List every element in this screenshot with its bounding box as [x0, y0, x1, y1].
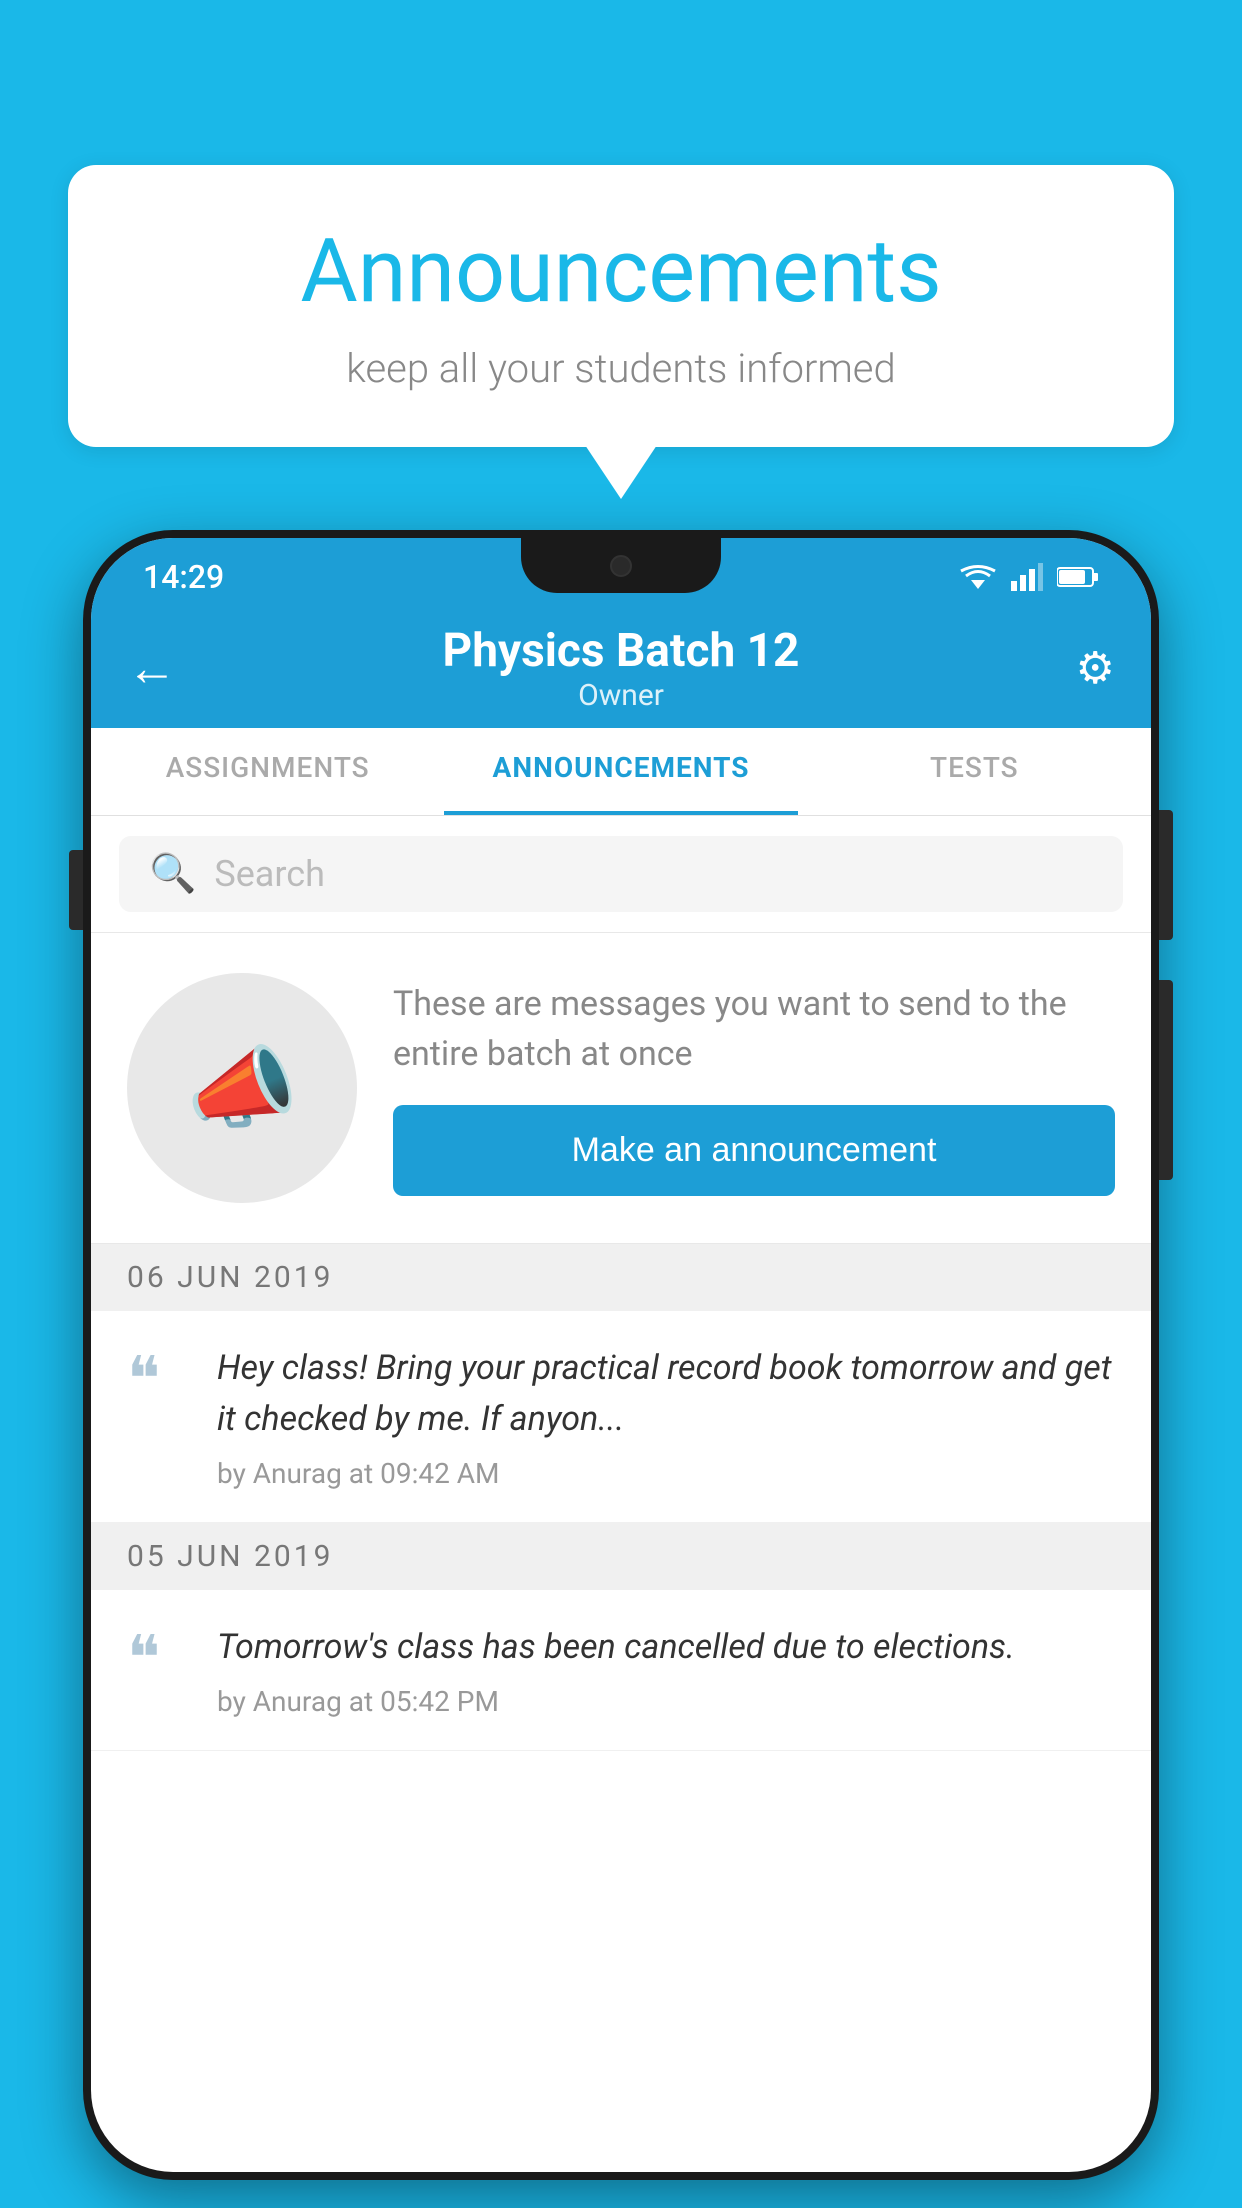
make-announcement-button[interactable]: Make an announcement: [393, 1105, 1115, 1196]
tabs-bar: ASSIGNMENTS ANNOUNCEMENTS TESTS: [91, 728, 1151, 816]
promo-section: 📣 These are messages you want to send to…: [91, 933, 1151, 1244]
promo-icon-circle: 📣: [127, 973, 357, 1203]
phone-container: 14:29: [83, 530, 1159, 2208]
announcement-meta-2: by Anurag at 05:42 PM: [217, 1685, 1115, 1718]
announcement-text-2: Tomorrow's class has been cancelled due …: [217, 1622, 1115, 1673]
app-bar: ← Physics Batch 12 Owner ⚙: [91, 608, 1151, 728]
quote-icon-2: ❝: [127, 1628, 187, 1690]
status-icons: [959, 563, 1099, 591]
speech-bubble-subtitle: keep all your students informed: [128, 345, 1114, 392]
power-button: [1159, 810, 1173, 940]
date-divider-2: 05 JUN 2019: [91, 1523, 1151, 1590]
app-bar-title-section: Physics Batch 12 Owner: [197, 624, 1045, 713]
tab-tests[interactable]: TESTS: [798, 728, 1151, 815]
volume-down-button: [1159, 980, 1173, 1180]
search-box[interactable]: 🔍 Search: [119, 836, 1123, 912]
battery-icon: [1057, 566, 1099, 588]
tab-assignments[interactable]: ASSIGNMENTS: [91, 728, 444, 815]
search-container: 🔍 Search: [91, 816, 1151, 933]
promo-description: These are messages you want to send to t…: [393, 980, 1115, 1079]
speech-bubble: Announcements keep all your students inf…: [68, 165, 1174, 447]
tab-announcements[interactable]: ANNOUNCEMENTS: [444, 728, 797, 815]
app-bar-title: Physics Batch 12: [443, 624, 800, 678]
speech-bubble-title: Announcements: [128, 220, 1114, 323]
search-placeholder: Search: [214, 853, 325, 895]
quote-icon-1: ❝: [127, 1349, 187, 1411]
phone-notch: [521, 538, 721, 593]
announcement-meta-1: by Anurag at 09:42 AM: [217, 1457, 1115, 1490]
app-bar-subtitle: Owner: [578, 678, 664, 713]
speech-bubble-container: Announcements keep all your students inf…: [68, 165, 1174, 447]
phone-screen: 14:29: [91, 538, 1151, 2172]
signal-icon: [1011, 563, 1043, 591]
promo-content: These are messages you want to send to t…: [393, 980, 1115, 1196]
status-time: 14:29: [143, 558, 224, 596]
announcement-item-1[interactable]: ❝ Hey class! Bring your practical record…: [91, 1311, 1151, 1523]
announcement-content-1: Hey class! Bring your practical record b…: [217, 1343, 1115, 1490]
back-button[interactable]: ←: [127, 639, 197, 698]
front-camera: [610, 555, 632, 577]
settings-button[interactable]: ⚙: [1045, 642, 1115, 694]
announcement-item-2[interactable]: ❝ Tomorrow's class has been cancelled du…: [91, 1590, 1151, 1751]
announcement-text-1: Hey class! Bring your practical record b…: [217, 1343, 1115, 1445]
announcement-content-2: Tomorrow's class has been cancelled due …: [217, 1622, 1115, 1718]
volume-button: [69, 850, 83, 930]
search-icon: 🔍: [149, 852, 196, 896]
wifi-icon: [959, 563, 997, 591]
phone-frame: 14:29: [83, 530, 1159, 2180]
date-divider-1: 06 JUN 2019: [91, 1244, 1151, 1311]
megaphone-icon: 📣: [186, 1036, 298, 1141]
